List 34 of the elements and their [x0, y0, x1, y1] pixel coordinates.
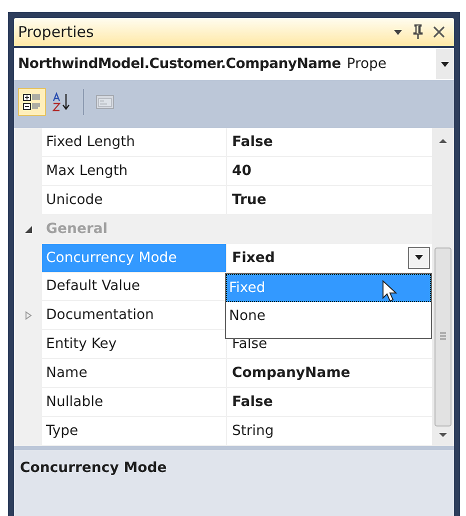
value-dropdown-button[interactable]: [408, 246, 430, 269]
object-name: NorthwindModel.Customer.CompanyName: [18, 56, 341, 72]
mouse-pointer-icon: [382, 280, 398, 302]
property-name[interactable]: Max Length: [42, 156, 227, 186]
expanded-icon[interactable]: [24, 224, 32, 234]
object-type: Prope: [346, 56, 388, 72]
selector-dropdown-button[interactable]: [436, 49, 454, 79]
property-name[interactable]: Documentation: [42, 301, 227, 330]
property-value: CompanyName: [232, 365, 350, 382]
property-name[interactable]: Nullable: [42, 388, 227, 418]
window-title: Properties: [18, 23, 94, 41]
property-value: Fixed: [232, 250, 275, 266]
object-selector[interactable]: NorthwindModel.Customer.CompanyName Prope: [14, 48, 454, 80]
property-value: 40: [232, 162, 252, 179]
property-value: String: [232, 423, 274, 440]
category-label: General: [45, 220, 108, 240]
categorized-view-button[interactable]: [18, 88, 46, 116]
description-title: Concurrency Mode: [20, 460, 168, 476]
alphabetical-sort-icon: [52, 92, 72, 112]
property-name[interactable]: Entity Key: [42, 330, 227, 360]
close-icon[interactable]: [432, 25, 446, 39]
caret-icon: [441, 62, 449, 66]
scrollbar[interactable]: [432, 128, 454, 446]
property-name[interactable]: Name: [42, 359, 227, 388]
property-value: False: [232, 394, 273, 410]
caret-icon: [415, 255, 423, 260]
property-name[interactable]: Fixed Length: [42, 128, 227, 157]
dropdown-option[interactable]: None: [226, 302, 431, 330]
categorized-view-icon: [22, 92, 42, 112]
property-pages-icon: [95, 92, 115, 112]
pin-icon[interactable]: [412, 24, 424, 40]
property-value: False: [232, 134, 273, 150]
property-name[interactable]: Default Value: [42, 272, 227, 302]
property-value: True: [232, 192, 266, 208]
